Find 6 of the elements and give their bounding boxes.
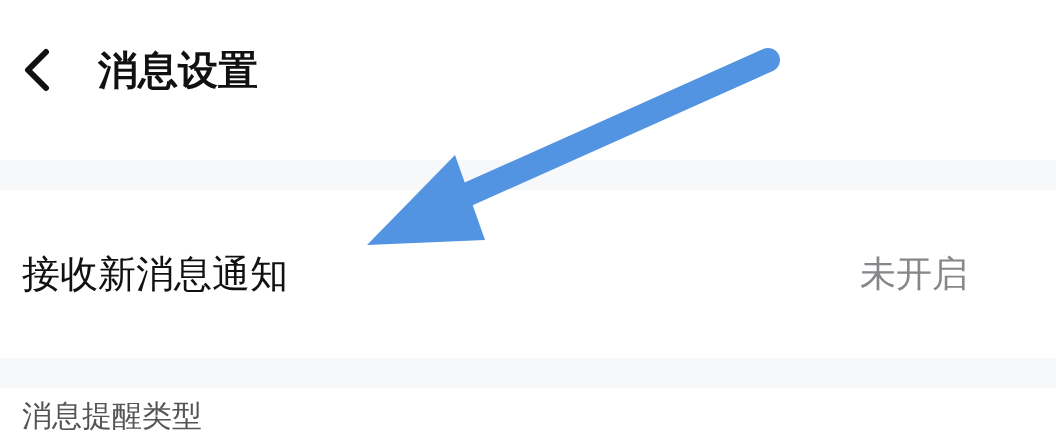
setting-label: 接收新消息通知 [22, 250, 288, 298]
page-title: 消息设置 [98, 45, 258, 95]
setting-value: 未开启 [860, 251, 968, 296]
back-icon[interactable] [22, 48, 52, 92]
section-title: 消息提醒类型 [22, 398, 202, 434]
setting-row[interactable]: 接收新消息通知 未开启 [0, 190, 1056, 358]
